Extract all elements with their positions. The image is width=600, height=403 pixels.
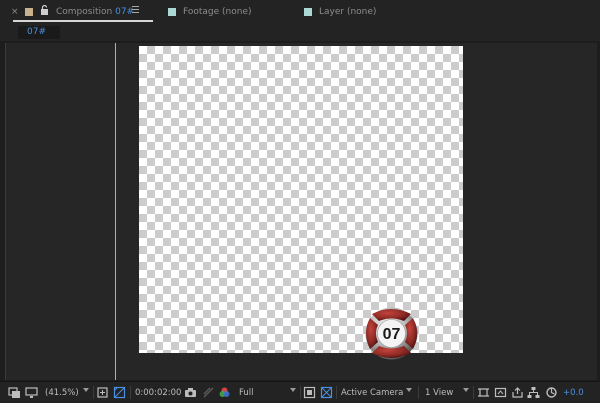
active-tab-indicator bbox=[13, 20, 153, 22]
tab-composition[interactable]: Composition 07# bbox=[56, 7, 134, 17]
close-icon[interactable]: × bbox=[11, 7, 19, 17]
reset-exposure-icon[interactable] bbox=[545, 386, 558, 399]
tab-composition-prefix: Composition bbox=[56, 7, 113, 17]
color-channels-icon[interactable] bbox=[218, 386, 231, 399]
view-layout-select[interactable]: 1 View bbox=[425, 388, 453, 398]
always-preview-icon[interactable] bbox=[8, 386, 21, 399]
composition-navigator-bar: 07# bbox=[0, 24, 600, 41]
divider bbox=[336, 386, 337, 399]
transparency-grid-icon[interactable] bbox=[113, 386, 126, 399]
guide-line[interactable] bbox=[115, 43, 116, 380]
viewer-toolbar: (41.5%) 0:00:02:00 Full Active Camera 1 … bbox=[0, 381, 600, 403]
divider bbox=[418, 386, 419, 399]
exposure-value[interactable]: +0.0 bbox=[563, 388, 584, 398]
divider bbox=[93, 386, 94, 399]
divider bbox=[473, 386, 474, 399]
region-icon[interactable] bbox=[96, 386, 109, 399]
export-frame-icon[interactable] bbox=[511, 386, 524, 399]
flowchart-icon[interactable] bbox=[527, 386, 540, 399]
panel-menu-icon[interactable] bbox=[132, 6, 139, 13]
divider bbox=[130, 386, 131, 399]
divider bbox=[300, 386, 301, 399]
fast-preview-icon[interactable] bbox=[303, 386, 316, 399]
composition-color-swatch bbox=[25, 8, 33, 16]
composition-breadcrumb[interactable]: 07# bbox=[18, 26, 60, 39]
toggle-pixel-aspect-icon[interactable] bbox=[477, 386, 490, 399]
magnification-ratio[interactable]: (41.5%) bbox=[45, 388, 79, 398]
draft-3d-icon[interactable] bbox=[494, 386, 507, 399]
ball-number: 07 bbox=[383, 326, 401, 343]
snapshot-icon[interactable] bbox=[184, 386, 197, 399]
resolution-select[interactable]: Full bbox=[239, 388, 254, 398]
viewer-tab-bar: × Composition 07# Footage (none) Layer (… bbox=[0, 0, 600, 24]
camera-view-select[interactable]: Active Camera bbox=[341, 388, 403, 398]
tab-footage[interactable]: Footage (none) bbox=[183, 7, 252, 17]
tab-layer[interactable]: Layer (none) bbox=[319, 7, 376, 17]
chevron-down-icon[interactable] bbox=[463, 388, 469, 392]
chevron-down-icon[interactable] bbox=[83, 388, 89, 392]
monitor-icon[interactable] bbox=[25, 386, 38, 399]
billiard-ball-layer[interactable]: 07 bbox=[364, 306, 419, 361]
layer-color-swatch bbox=[304, 8, 312, 16]
chevron-down-icon[interactable] bbox=[290, 388, 296, 392]
footage-color-swatch bbox=[168, 8, 176, 16]
show-snapshot-icon[interactable] bbox=[202, 386, 215, 399]
lock-icon[interactable] bbox=[40, 5, 49, 15]
current-time[interactable]: 0:00:02:00 bbox=[135, 388, 181, 398]
chevron-down-icon[interactable] bbox=[406, 388, 412, 392]
grid-toggle-icon[interactable] bbox=[320, 386, 333, 399]
